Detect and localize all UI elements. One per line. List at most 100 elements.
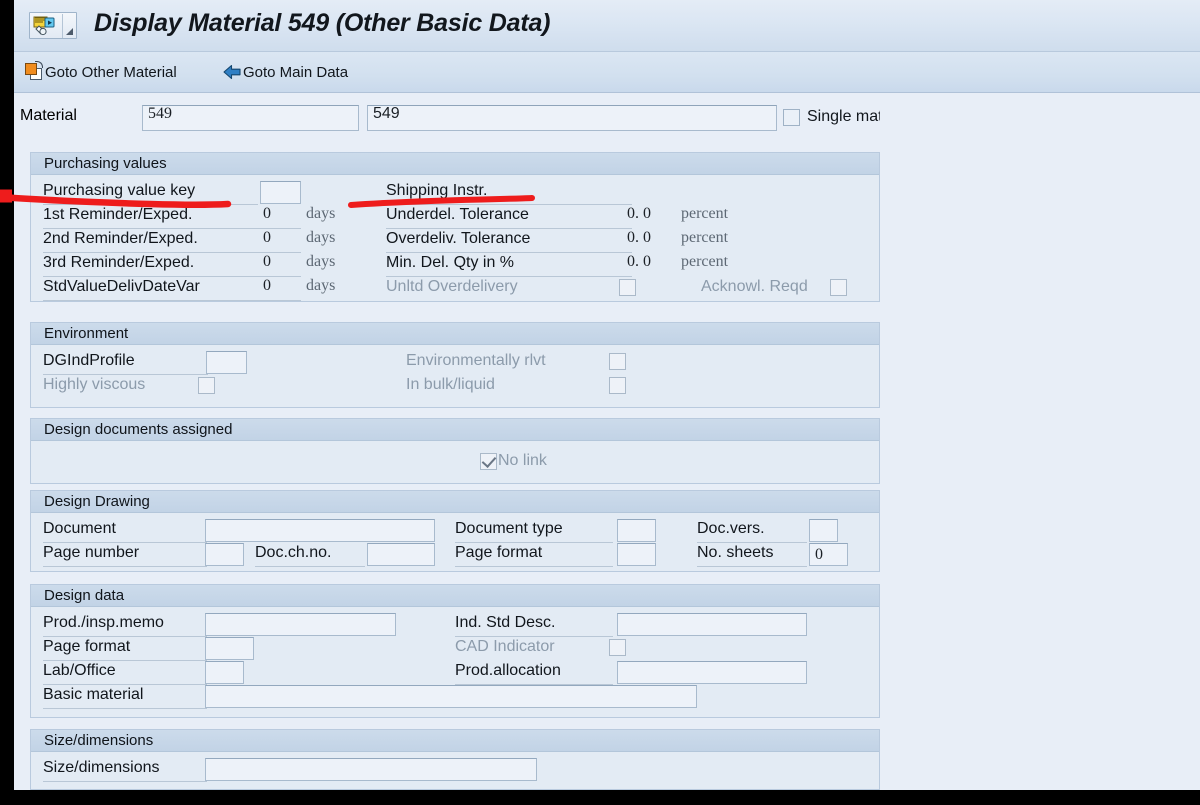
- panel-design-drawing: Design Drawing Document Document type Do…: [30, 490, 880, 572]
- prod-insp-memo-input[interactable]: [205, 613, 396, 636]
- value-min-del-qty: 0. 0: [627, 253, 651, 270]
- goto-main-data-label: Goto Main Data: [243, 63, 349, 81]
- field-label-shipping-instr: Shipping Instr.: [386, 182, 488, 199]
- material-description-input[interactable]: 549: [367, 105, 777, 131]
- field-label-size-dimensions: Size/dimensions: [43, 759, 160, 776]
- field-label-in-bulk-liquid: In bulk/liquid: [406, 376, 495, 393]
- panel-environment: Environment DGIndProfile Highly viscous …: [30, 322, 880, 408]
- page-format-drawing-input[interactable]: [617, 543, 656, 566]
- system-menu-divider: [62, 14, 63, 38]
- panel-design-documents-assigned: Design documents assigned No link: [30, 418, 880, 484]
- page-number-input[interactable]: [205, 543, 244, 566]
- field-underline: [43, 684, 207, 685]
- field-label-page-format-design: Page format: [43, 638, 131, 655]
- field-label-std-value-deliv-date-var: StdValueDelivDateVar: [43, 278, 200, 295]
- value-std-value-deliv-date-var: 0: [263, 277, 271, 294]
- cad-indicator-checkbox[interactable]: [609, 639, 626, 656]
- basic-material-input[interactable]: [205, 685, 697, 708]
- field-underline: [43, 300, 301, 301]
- document-type-input[interactable]: [617, 519, 656, 542]
- doc-ch-no-input[interactable]: [367, 543, 435, 566]
- field-label-cad-indicator: CAD Indicator: [455, 638, 555, 655]
- field-label-2nd-reminder: 2nd Reminder/Exped.: [43, 230, 198, 247]
- field-label-document-type: Document type: [455, 520, 563, 537]
- dgindprofile-input[interactable]: [206, 351, 247, 374]
- field-label-doc-ch-no: Doc.ch.no.: [255, 544, 332, 561]
- field-label-1st-reminder: 1st Reminder/Exped.: [43, 206, 193, 223]
- document-input[interactable]: [205, 519, 435, 542]
- field-label-overdeliv-tolerance: Overdeliv. Tolerance: [386, 230, 531, 247]
- system-menu-button[interactable]: [29, 12, 77, 39]
- panel-design-data: Design data Prod./insp.memo Ind. Std Des…: [30, 584, 880, 718]
- field-label-min-del-qty: Min. Del. Qty in %: [386, 254, 515, 271]
- environmentally-rlvt-checkbox[interactable]: [609, 353, 626, 370]
- field-label-3rd-reminder: 3rd Reminder/Exped.: [43, 254, 195, 271]
- field-label-underdel-tolerance: Underdel. Tolerance: [386, 206, 529, 223]
- sap-display-material-icon: [33, 15, 57, 37]
- value-overdeliv-tolerance: 0. 0: [627, 229, 651, 246]
- field-label-document: Document: [43, 520, 116, 537]
- field-label-highly-viscous: Highly viscous: [43, 376, 146, 393]
- field-label-page-number: Page number: [43, 544, 140, 561]
- single-material-checkbox[interactable]: [783, 109, 800, 126]
- goto-other-material-button[interactable]: Goto Other Material: [20, 58, 181, 86]
- field-underline: [386, 276, 632, 277]
- field-underline: [386, 228, 632, 229]
- unit-1st-reminder: days: [306, 205, 336, 222]
- unit-std-value-deliv-date-var: days: [306, 277, 336, 294]
- value-2nd-reminder: 0: [263, 229, 271, 246]
- field-underline: [43, 708, 207, 709]
- field-underline: [455, 636, 613, 637]
- field-label-doc-vers: Doc.vers.: [697, 520, 765, 537]
- unit-2nd-reminder: days: [306, 229, 336, 246]
- field-underline: [43, 660, 207, 661]
- sap-gui-window: Display Material 549 (Other Basic Data) …: [14, 0, 1200, 790]
- no-link-checkbox[interactable]: [480, 453, 497, 470]
- field-label-prod-allocation: Prod.allocation: [455, 662, 561, 679]
- goto-other-material-label: Goto Other Material: [45, 63, 177, 81]
- field-label-prod-insp-memo: Prod./insp.memo: [43, 614, 164, 631]
- field-label-purchasing-value-key: Purchasing value key: [43, 182, 196, 199]
- panel-design-documents-title: Design documents assigned: [31, 419, 879, 441]
- ind-std-desc-input[interactable]: [617, 613, 807, 636]
- field-underline: [255, 566, 365, 567]
- field-underline: [697, 566, 807, 567]
- panel-purchasing-values-title: Purchasing values: [31, 153, 879, 175]
- title-bar: Display Material 549 (Other Basic Data): [14, 0, 1200, 52]
- unit-min-del-qty: percent: [681, 253, 729, 270]
- page-title: Display Material 549 (Other Basic Data): [94, 9, 551, 37]
- doc-vers-input[interactable]: [809, 519, 838, 542]
- acknowl-reqd-checkbox[interactable]: [830, 279, 847, 296]
- unit-overdeliv-tolerance: percent: [681, 229, 729, 246]
- panel-size-dimensions: Size/dimensions Size/dimensions: [30, 729, 880, 790]
- field-label-no-link: No link: [498, 452, 547, 469]
- in-bulk-liquid-checkbox[interactable]: [609, 377, 626, 394]
- field-underline: [455, 566, 613, 567]
- field-underline: [43, 781, 207, 782]
- field-underline: [455, 542, 613, 543]
- lab-office-input[interactable]: [205, 661, 244, 684]
- field-underline: [43, 566, 207, 567]
- field-label-page-format: Page format: [455, 544, 543, 561]
- unit-3rd-reminder: days: [306, 253, 336, 270]
- panel-environment-title: Environment: [31, 323, 879, 345]
- back-arrow-icon: [222, 62, 242, 82]
- purchasing-value-key-input[interactable]: [260, 181, 301, 204]
- goto-main-data-button[interactable]: Goto Main Data: [218, 58, 352, 86]
- no-sheets-input[interactable]: 0: [809, 543, 848, 566]
- prod-allocation-input[interactable]: [617, 661, 807, 684]
- page-format-design-input[interactable]: [205, 637, 254, 660]
- field-label-basic-material: Basic material: [43, 686, 144, 703]
- panel-purchasing-values: Purchasing values Purchasing value key 1…: [30, 152, 880, 302]
- panel-size-dimensions-title: Size/dimensions: [31, 730, 879, 752]
- material-key-input[interactable]: 549: [142, 105, 359, 131]
- screenshot-root: Display Material 549 (Other Basic Data) …: [0, 0, 1200, 805]
- field-underline: [43, 374, 208, 375]
- highly-viscous-checkbox[interactable]: [198, 377, 215, 394]
- material-label: Material: [20, 107, 77, 124]
- unltd-overdelivery-checkbox[interactable]: [619, 279, 636, 296]
- field-label-acknowl-reqd: Acknowl. Reqd: [701, 278, 808, 295]
- field-label-environmentally-rlvt: Environmentally rlvt: [406, 352, 546, 369]
- unit-underdel-tolerance: percent: [681, 205, 729, 222]
- size-dimensions-input[interactable]: [205, 758, 537, 781]
